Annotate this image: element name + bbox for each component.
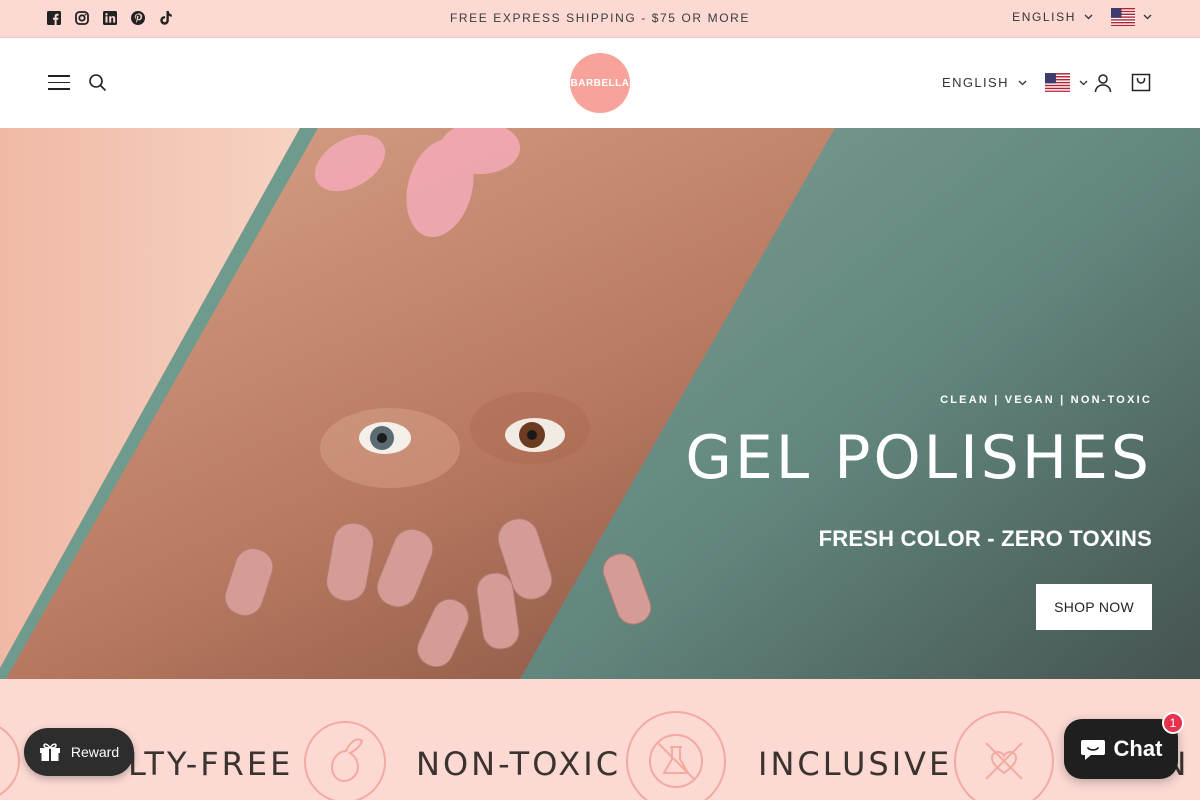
value-label: INCLUSIVE	[758, 745, 953, 783]
site-logo[interactable]: BARBELLA	[570, 53, 630, 113]
us-flag-icon	[1044, 73, 1070, 92]
hero-content: CLEAN | VEGAN | NON-TOXIC GEL POLISHES F…	[685, 394, 1152, 630]
language-selector[interactable]: ENGLISH	[942, 75, 1027, 90]
inclusive-hands-icon	[954, 711, 1054, 800]
reward-label: Reward	[70, 744, 120, 760]
us-flag-icon	[1111, 8, 1135, 26]
chevron-down-icon	[1084, 14, 1093, 20]
no-chemicals-icon	[626, 711, 726, 800]
account-icon[interactable]	[1094, 73, 1112, 93]
search-icon[interactable]	[88, 73, 108, 93]
country-selector[interactable]	[1044, 73, 1088, 92]
values-marquee: LTY-FREE NON-TOXIC INCLUSIVE IN	[0, 679, 1200, 800]
gift-icon	[39, 743, 60, 761]
hero-subtitle: FRESH COLOR - ZERO TOXINS	[818, 526, 1152, 551]
hero-banner: CLEAN | VEGAN | NON-TOXIC GEL POLISHES F…	[0, 128, 1200, 679]
chevron-down-icon	[1079, 80, 1088, 85]
site-header: BARBELLA ENGLISH	[0, 38, 1200, 128]
chevron-down-icon	[1018, 80, 1027, 85]
locale-selector-top: ENGLISH	[1012, 8, 1152, 26]
language-label: ENGLISH	[942, 75, 1009, 90]
menu-icon[interactable]	[48, 75, 70, 91]
value-label: NON-TOXIC	[416, 745, 622, 783]
country-selector-top[interactable]	[1111, 8, 1152, 26]
hero-eyebrow: CLEAN | VEGAN | NON-TOXIC	[940, 394, 1152, 406]
chevron-down-icon	[1143, 14, 1152, 20]
chat-bubble-icon	[1080, 740, 1105, 760]
cruelty-free-icon	[0, 721, 20, 800]
hero-title: GEL POLISHES	[685, 423, 1152, 493]
cart-icon[interactable]	[1131, 72, 1151, 92]
rabbit-icon	[304, 721, 386, 800]
value-label: LTY-FREE	[128, 745, 294, 783]
chat-label: Chat	[1113, 736, 1163, 761]
locale-selector-header: ENGLISH	[942, 73, 1088, 92]
chat-button[interactable]: Chat	[1064, 719, 1178, 779]
language-selector-top[interactable]: ENGLISH	[1012, 10, 1093, 24]
reward-button[interactable]: Reward	[24, 728, 134, 776]
logo-text: BARBELLA	[570, 77, 630, 89]
language-label: ENGLISH	[1012, 10, 1076, 24]
announcement-bar: FREE EXPRESS SHIPPING - $75 OR MORE ENGL…	[0, 0, 1200, 38]
chat-notification-badge: 1	[1162, 712, 1184, 734]
shop-now-button[interactable]: SHOP NOW	[1036, 584, 1152, 630]
